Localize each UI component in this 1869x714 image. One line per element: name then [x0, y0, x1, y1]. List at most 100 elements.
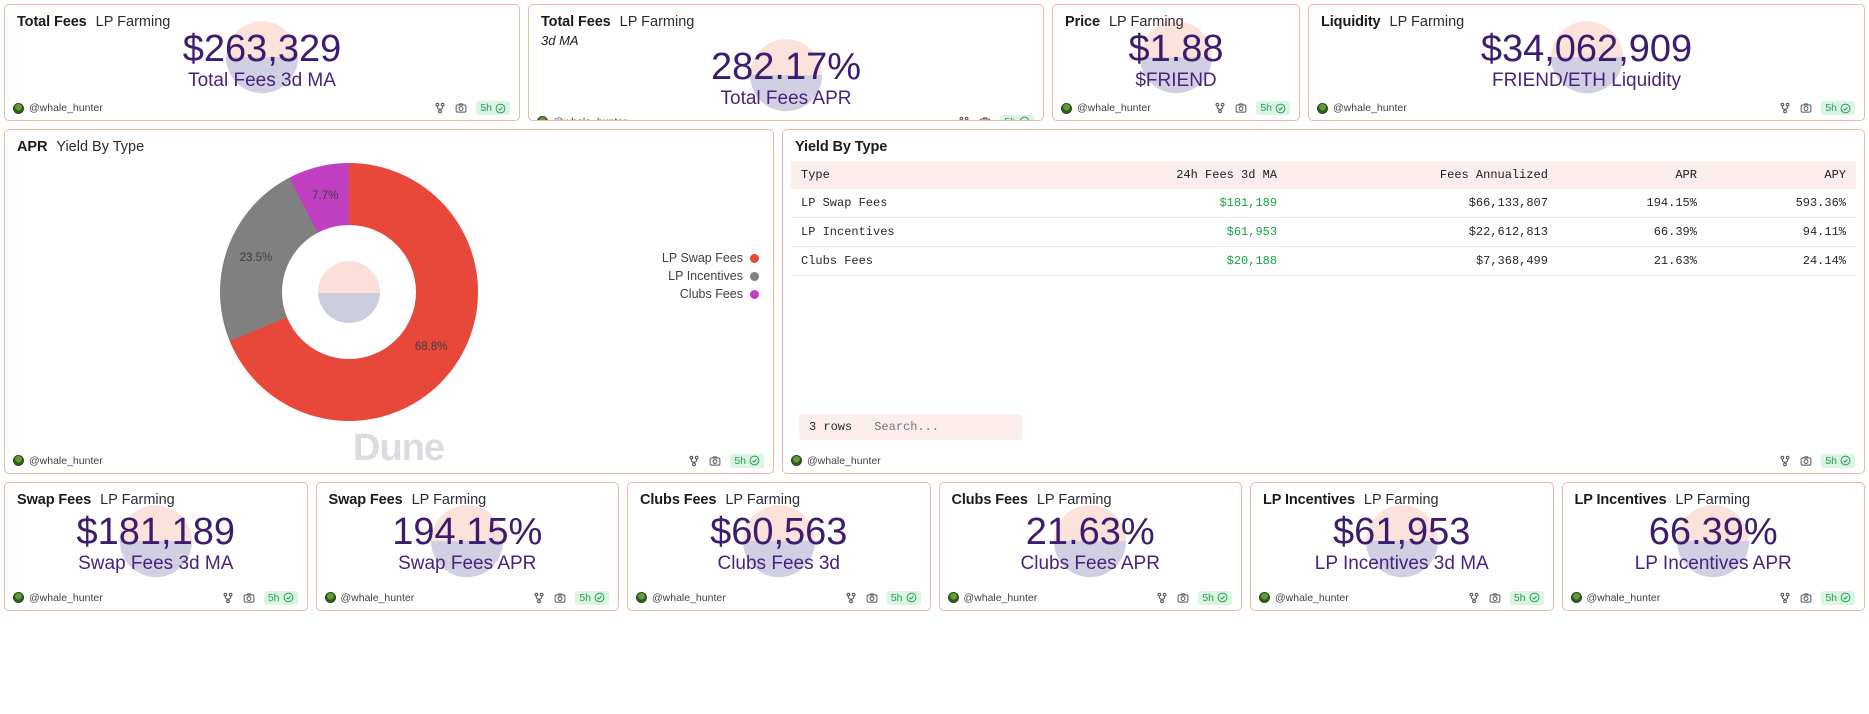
column-header-fees-annualized[interactable]: Fees Annualized	[1287, 161, 1558, 189]
card-title: Swap Fees	[17, 492, 91, 508]
freshness-badge[interactable]: 5h	[1000, 115, 1034, 121]
fork-icon[interactable]	[845, 592, 857, 604]
cell-fees-annualized: $22,612,813	[1287, 218, 1558, 247]
freshness-badge[interactable]: 5h	[264, 591, 298, 605]
freshness-badge[interactable]: 5h	[575, 591, 609, 605]
legend-item[interactable]: LP Incentives	[668, 269, 759, 283]
fork-icon[interactable]	[1214, 102, 1226, 114]
column-header-fees-3d-ma[interactable]: 24h Fees 3d MA	[1031, 161, 1287, 189]
card-title: Total Fees	[541, 14, 611, 30]
fork-icon[interactable]	[1156, 592, 1168, 604]
chart-card-yield-by-type[interactable]: APR Yield By Type Dune 68.8% 23.5% 7.7%	[4, 129, 774, 474]
search-input[interactable]	[862, 414, 1022, 440]
camera-icon[interactable]	[455, 102, 467, 114]
author-handle[interactable]: @whale_hunter	[964, 592, 1038, 604]
author-handle[interactable]: @whale_hunter	[652, 592, 726, 604]
author-handle[interactable]: @whale_hunter	[807, 455, 881, 467]
kpi-card-clubs-fees-apr[interactable]: Clubs Fees LP Farming 21.63% Clubs Fees …	[939, 482, 1243, 611]
card-header: Price LP Farming	[1053, 5, 1299, 30]
table-card-yield-by-type[interactable]: Yield By Type Type 24h Fees 3d MA Fees A…	[782, 129, 1865, 474]
freshness-label: 5h	[1825, 592, 1837, 604]
freshness-badge[interactable]: 5h	[476, 101, 510, 115]
camera-icon[interactable]	[554, 592, 566, 604]
camera-icon[interactable]	[979, 116, 991, 121]
freshness-badge[interactable]: 5h	[1256, 101, 1290, 115]
freshness-badge[interactable]: 5h	[887, 591, 921, 605]
kpi-label: Clubs Fees APR	[1021, 553, 1160, 576]
table-row[interactable]: Clubs Fees $20,188 $7,368,499 21.63% 24.…	[791, 247, 1856, 276]
kpi-card-swap-fees-apr[interactable]: Swap Fees LP Farming 194.15% Swap Fees A…	[316, 482, 620, 611]
camera-icon[interactable]	[243, 592, 255, 604]
freshness-badge[interactable]: 5h	[1821, 591, 1855, 605]
avatar	[948, 592, 959, 603]
camera-icon[interactable]	[1800, 102, 1812, 114]
cell-apr: 66.39%	[1558, 218, 1707, 247]
avatar	[13, 592, 24, 603]
camera-icon[interactable]	[1177, 592, 1189, 604]
camera-icon[interactable]	[1489, 592, 1501, 604]
fork-icon[interactable]	[533, 592, 545, 604]
fork-icon[interactable]	[1779, 455, 1791, 467]
cell-fees-3d-ma: $61,953	[1031, 218, 1287, 247]
column-header-apr[interactable]: APR	[1558, 161, 1707, 189]
card-header: Yield By Type	[783, 130, 1864, 155]
avatar	[13, 103, 24, 114]
camera-icon[interactable]	[709, 455, 721, 467]
kpi-row-top: Total Fees LP Farming $263,329 Total Fee…	[4, 4, 1865, 121]
fork-icon[interactable]	[1779, 592, 1791, 604]
table-row[interactable]: LP Incentives $61,953 $22,612,813 66.39%…	[791, 218, 1856, 247]
author-handle[interactable]: @whale_hunter	[1275, 592, 1349, 604]
fork-icon[interactable]	[1468, 592, 1480, 604]
freshness-badge[interactable]: 5h	[730, 454, 764, 468]
camera-icon[interactable]	[1800, 592, 1812, 604]
slice-label-lp-incentives: 23.5%	[240, 252, 273, 264]
kpi-card-lp-incentives-3d-ma[interactable]: LP Incentives LP Farming $61,953 LP Ince…	[1250, 482, 1554, 611]
author-handle[interactable]: @whale_hunter	[1587, 592, 1661, 604]
donut-wrapper: 68.8% 23.5% 7.7%	[220, 163, 478, 421]
freshness-badge[interactable]: 5h	[1510, 591, 1544, 605]
kpi-card-swap-fees-3d-ma[interactable]: Swap Fees LP Farming $181,189 Swap Fees …	[4, 482, 308, 611]
freshness-badge[interactable]: 5h	[1198, 591, 1232, 605]
kpi-card-clubs-fees-3d[interactable]: Clubs Fees LP Farming $60,563 Clubs Fees…	[627, 482, 931, 611]
freshness-label: 5h	[480, 102, 492, 114]
camera-icon[interactable]	[1235, 102, 1247, 114]
column-header-type[interactable]: Type	[791, 161, 1031, 189]
fork-icon[interactable]	[688, 455, 700, 467]
camera-icon[interactable]	[1800, 455, 1812, 467]
card-title: Clubs Fees	[640, 492, 716, 508]
author-handle[interactable]: @whale_hunter	[29, 592, 103, 604]
legend-label: Clubs Fees	[680, 287, 743, 301]
card-header: LP Incentives LP Farming	[1251, 483, 1553, 508]
author-handle[interactable]: @whale_hunter	[1077, 102, 1151, 114]
table-row[interactable]: LP Swap Fees $181,189 $66,133,807 194.15…	[791, 189, 1856, 218]
freshness-badge[interactable]: 5h	[1821, 101, 1855, 115]
legend-item[interactable]: LP Swap Fees	[662, 251, 759, 265]
card-title: Clubs Fees	[952, 492, 1028, 508]
kpi-card-price[interactable]: Price LP Farming $1.88 $FRIEND @whale_hu…	[1052, 4, 1300, 121]
kpi-value: $1.88	[1128, 30, 1223, 69]
camera-icon[interactable]	[866, 592, 878, 604]
kpi-card-total-fees-apr[interactable]: Total Fees LP Farming 3d MA 282.17% Tota…	[528, 4, 1044, 121]
card-footer: @whale_hunter 5h	[940, 585, 1242, 610]
fork-icon[interactable]	[1779, 102, 1791, 114]
kpi-card-liquidity[interactable]: Liquidity LP Farming $34,062,909 FRIEND/…	[1308, 4, 1865, 121]
kpi-card-total-fees-3d-ma[interactable]: Total Fees LP Farming $263,329 Total Fee…	[4, 4, 520, 121]
cell-type: Clubs Fees	[791, 247, 1031, 276]
legend-item[interactable]: Clubs Fees	[680, 287, 759, 301]
kpi-card-lp-incentives-apr[interactable]: LP Incentives LP Farming 66.39% LP Incen…	[1562, 482, 1866, 611]
author-handle[interactable]: @whale_hunter	[1333, 102, 1407, 114]
column-header-apy[interactable]: APY	[1707, 161, 1856, 189]
author-handle[interactable]: @whale_hunter	[29, 102, 103, 114]
donut-ring[interactable]	[220, 163, 478, 421]
author-handle[interactable]: @whale_hunter	[553, 116, 627, 121]
freshness-badge[interactable]: 5h	[1821, 454, 1855, 468]
fork-icon[interactable]	[222, 592, 234, 604]
fork-icon[interactable]	[958, 116, 970, 121]
fork-icon[interactable]	[434, 102, 446, 114]
cell-fees-3d-ma: $181,189	[1031, 189, 1287, 218]
check-circle-icon	[906, 592, 917, 603]
author-handle[interactable]: @whale_hunter	[341, 592, 415, 604]
kpi-value: $60,563	[710, 513, 847, 552]
legend-label: LP Incentives	[668, 269, 743, 283]
author-handle[interactable]: @whale_hunter	[29, 455, 103, 467]
